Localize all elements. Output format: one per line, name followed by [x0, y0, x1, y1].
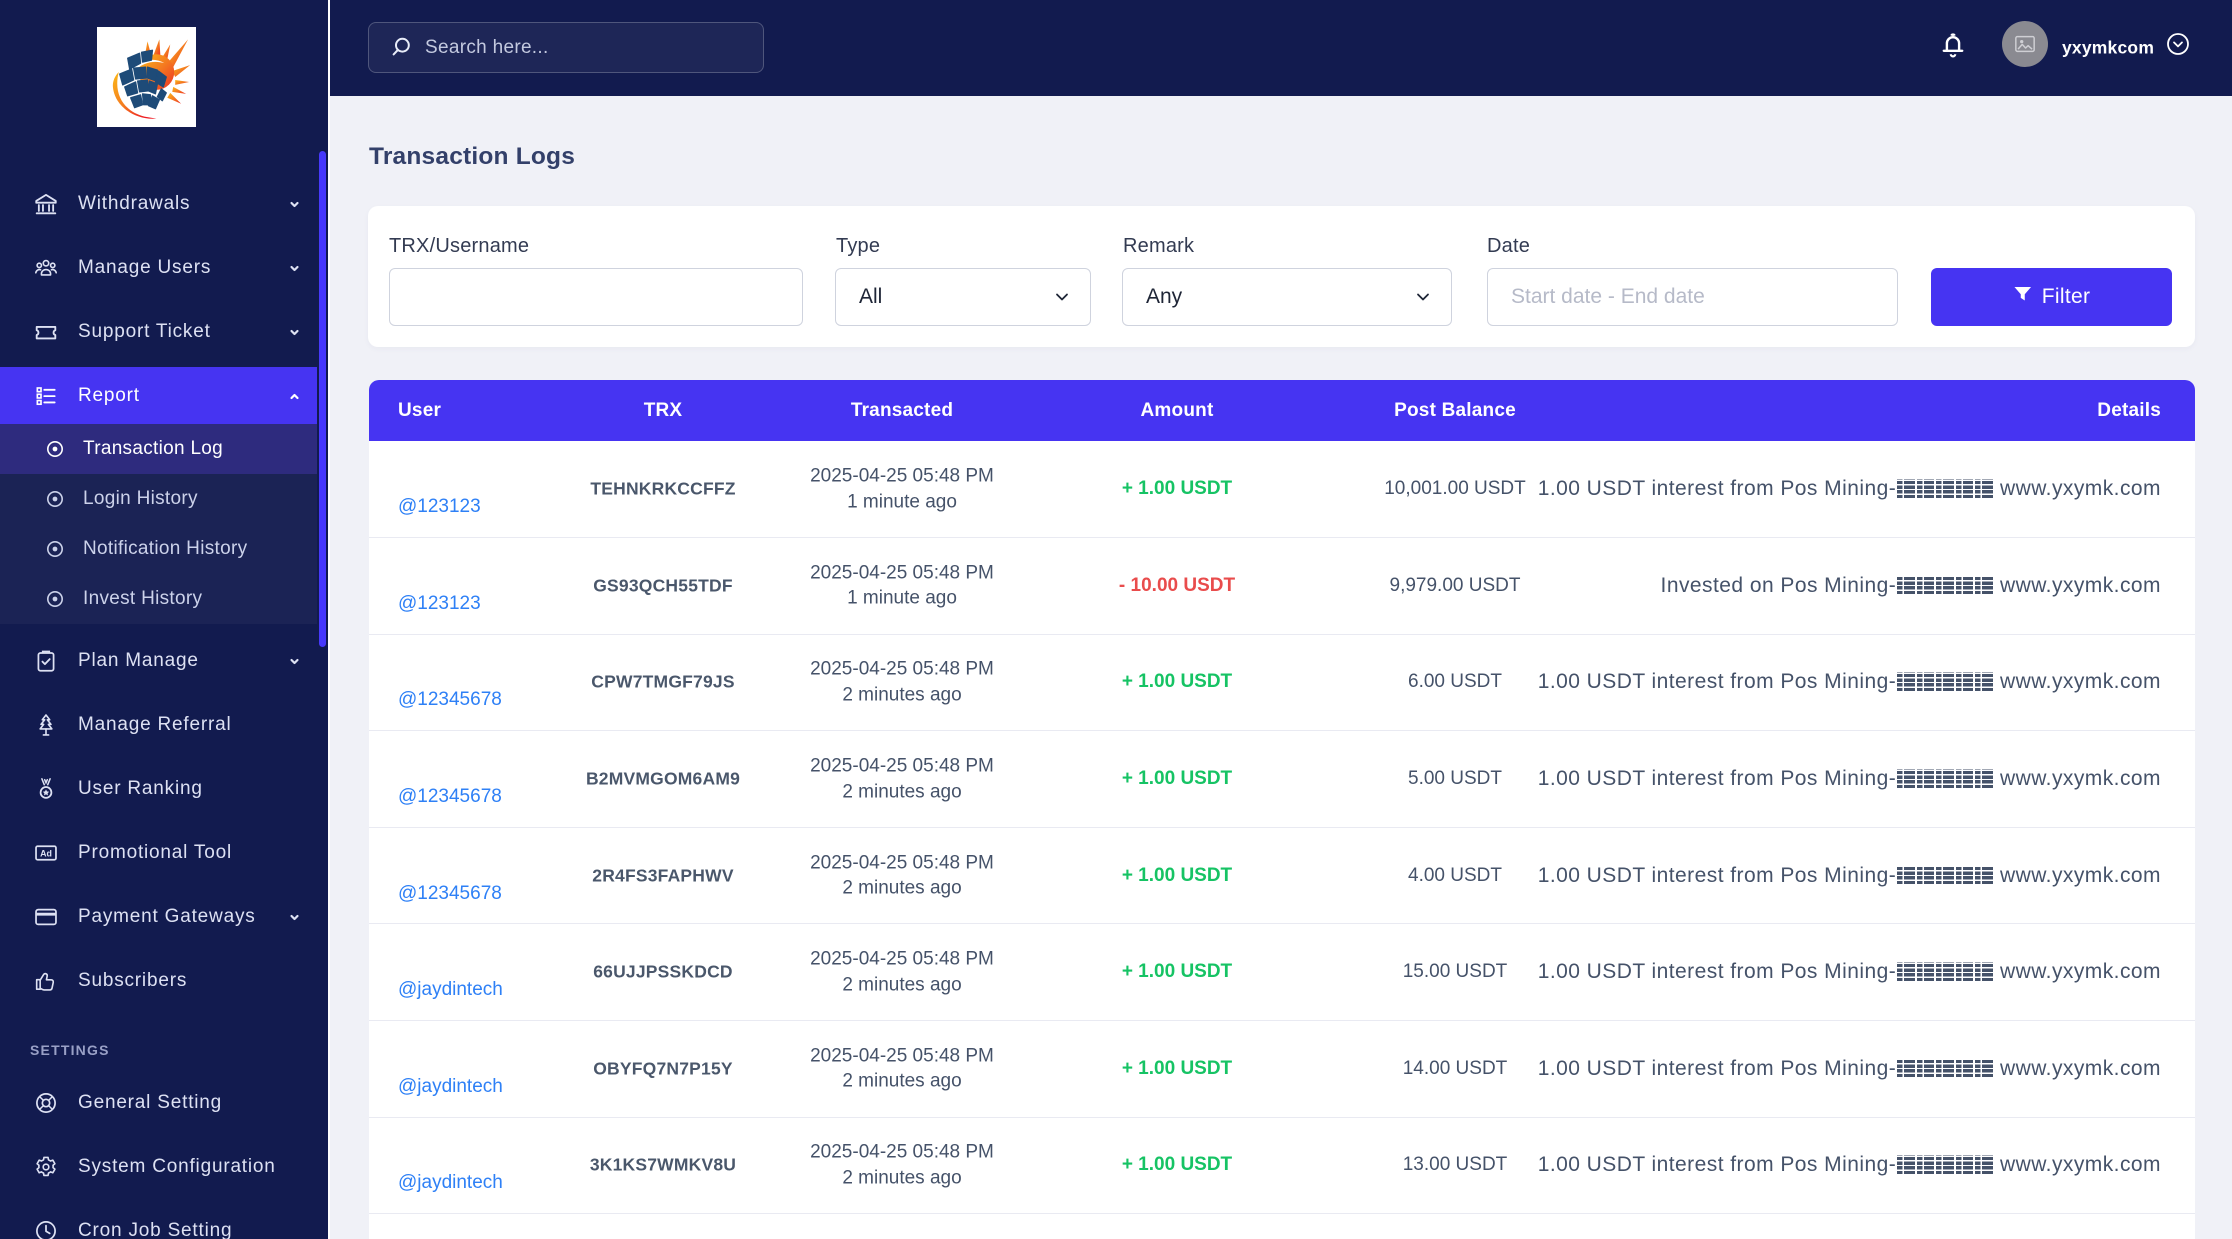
- svg-text:Ad: Ad: [40, 848, 52, 858]
